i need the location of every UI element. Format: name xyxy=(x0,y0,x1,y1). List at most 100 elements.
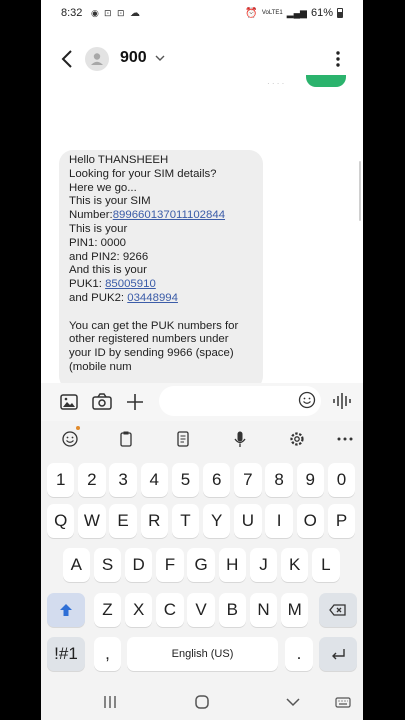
emoji-icon[interactable] xyxy=(60,429,80,449)
key-letter[interactable]: I xyxy=(265,504,293,538)
status-bar: 8:32 ◉ ⊡ ⊡ ☁ ⏰ VoLTE1 ▂▄▆ 61% xyxy=(41,0,363,28)
key-number[interactable]: 0 xyxy=(327,463,356,497)
phone-number-link[interactable]: 85005910 xyxy=(105,278,156,290)
key-letter[interactable]: Q xyxy=(47,504,75,538)
key-letter[interactable]: T xyxy=(171,504,200,538)
message-text: PIN1: 0000 xyxy=(69,236,126,249)
key-letter[interactable]: N xyxy=(249,593,278,627)
back-arrow-icon[interactable] xyxy=(55,46,81,72)
document-icon[interactable] xyxy=(173,429,193,449)
key-letter[interactable]: S xyxy=(93,548,122,582)
voice-input-icon[interactable] xyxy=(331,391,353,411)
key-letter[interactable]: J xyxy=(249,548,278,582)
symbols-key[interactable]: !#1 xyxy=(47,637,85,671)
message-text: and PUK2: xyxy=(69,291,128,304)
cloud-icon: ☁ xyxy=(130,8,140,19)
gallery-icon[interactable] xyxy=(57,390,81,414)
phone-screen: 8:32 ◉ ⊡ ⊡ ☁ ⏰ VoLTE1 ▂▄▆ 61% 900 · · · … xyxy=(41,0,363,720)
more-options-icon[interactable] xyxy=(328,47,348,71)
key-letter[interactable]: D xyxy=(125,548,153,582)
message-text: You can get the PUK numbers for xyxy=(69,319,239,332)
shift-icon xyxy=(60,604,72,616)
key-letter[interactable]: P xyxy=(327,504,356,538)
key-letter[interactable]: M xyxy=(281,593,309,627)
message-line: This is your xyxy=(69,223,253,237)
recent-apps-icon[interactable] xyxy=(101,693,119,711)
conversation-area[interactable]: · · · · Hello THANSHEEH Looking for your … xyxy=(41,75,363,383)
notification-icon: ⊡ xyxy=(104,8,112,18)
key-letter[interactable]: L xyxy=(312,548,340,582)
settings-gear-icon[interactable] xyxy=(287,429,307,449)
key-letter[interactable]: C xyxy=(156,593,184,627)
message-text: (mobile num xyxy=(69,360,132,373)
comma-key[interactable]: , xyxy=(94,637,121,671)
scrollbar[interactable] xyxy=(359,161,361,221)
space-bar[interactable]: English (US) xyxy=(127,637,278,671)
key-number[interactable]: 7 xyxy=(234,463,262,497)
avatar[interactable] xyxy=(85,47,109,71)
signal-icon: ▂▄▆ xyxy=(286,7,307,18)
key-letter[interactable]: A xyxy=(62,548,90,582)
key-letter[interactable]: B xyxy=(218,593,246,627)
network-label: VoLTE1 xyxy=(261,10,283,16)
sent-message-fragment: · · · · xyxy=(267,79,285,88)
microphone-icon[interactable] xyxy=(230,429,250,449)
key-number[interactable]: 4 xyxy=(140,463,168,497)
message-text: Looking for your SIM details? xyxy=(69,167,217,180)
message-line xyxy=(69,306,253,320)
more-horizontal-icon[interactable] xyxy=(335,429,355,449)
key-number[interactable]: 5 xyxy=(171,463,200,497)
message-line: PUK1: 85005910 xyxy=(69,278,253,292)
key-number[interactable]: 1 xyxy=(47,463,75,497)
chevron-down-icon[interactable] xyxy=(154,52,166,64)
camera-icon[interactable] xyxy=(90,390,114,414)
sent-message-bubble[interactable] xyxy=(306,75,346,87)
clipboard-icon[interactable] xyxy=(116,429,136,449)
received-message-bubble[interactable]: Hello THANSHEEH Looking for your SIM deta… xyxy=(59,150,263,383)
period-key[interactable]: . xyxy=(285,637,313,671)
shift-key[interactable] xyxy=(47,593,85,627)
key-number[interactable]: 3 xyxy=(109,463,137,497)
battery-icon xyxy=(337,8,343,18)
key-number[interactable]: 8 xyxy=(265,463,293,497)
person-icon xyxy=(91,53,103,65)
message-text: other registered numbers under xyxy=(69,333,229,346)
navigation-bar xyxy=(41,685,363,720)
keyboard-icon[interactable] xyxy=(334,693,352,711)
key-letter[interactable]: K xyxy=(281,548,309,582)
message-text: PUK1: xyxy=(69,278,106,291)
key-number[interactable]: 2 xyxy=(78,463,106,497)
key-letter[interactable]: G xyxy=(187,548,215,582)
keyboard: 1 2 3 4 5 6 7 8 9 0 Q W E R T Y U I O P A S D F G H J K L Z X C V B N M !#1,… xyxy=(41,421,363,685)
backspace-key[interactable] xyxy=(319,593,357,627)
key-number[interactable]: 6 xyxy=(203,463,231,497)
phone-number-link[interactable]: 03448994 xyxy=(127,292,178,304)
key-letter[interactable]: Y xyxy=(203,504,231,538)
key-letter[interactable]: Z xyxy=(93,593,122,627)
add-icon[interactable] xyxy=(123,390,147,414)
key-letter[interactable]: F xyxy=(156,548,184,582)
key-letter[interactable]: H xyxy=(218,548,246,582)
key-letter[interactable]: U xyxy=(234,504,262,538)
enter-key[interactable] xyxy=(319,637,357,671)
contact-name[interactable]: 900 xyxy=(120,49,147,67)
screenshot-icon: ⊡ xyxy=(117,8,125,18)
key-letter[interactable]: V xyxy=(187,593,215,627)
enter-icon xyxy=(332,649,345,660)
key-letter[interactable]: W xyxy=(78,504,106,538)
message-line: And this is your xyxy=(69,264,253,278)
key-letter[interactable]: R xyxy=(140,504,168,538)
phone-number-link[interactable]: 899660137011102844 xyxy=(113,209,225,221)
hide-keyboard-icon[interactable] xyxy=(284,693,302,711)
key-letter[interactable]: X xyxy=(125,593,153,627)
message-line: Looking for your SIM details? xyxy=(69,168,253,182)
message-text: And this is your xyxy=(69,264,147,277)
message-input[interactable] xyxy=(159,386,321,416)
emoji-icon[interactable] xyxy=(298,391,316,409)
key-letter[interactable]: E xyxy=(109,504,137,538)
notification-dot xyxy=(76,426,80,430)
key-letter[interactable]: O xyxy=(296,504,324,538)
key-number[interactable]: 9 xyxy=(296,463,324,497)
home-icon[interactable] xyxy=(193,693,211,711)
message-text: Here we go... xyxy=(69,181,137,194)
